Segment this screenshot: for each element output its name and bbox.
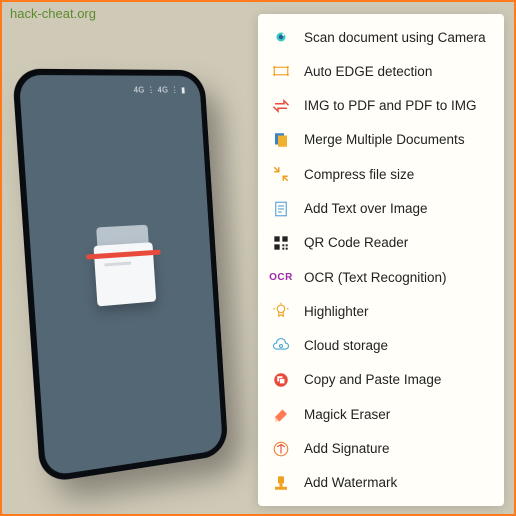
phone-screen: 4G ⋮ 4G ⋮ ▮ [19,75,223,477]
camera-scan-icon [272,28,290,46]
ocr-icon: OCR [272,268,290,286]
feature-convert[interactable]: IMG to PDF and PDF to IMG [258,89,504,123]
feature-label: Merge Multiple Documents [304,132,465,147]
highlighter-icon [272,302,290,320]
feature-label: QR Code Reader [304,235,408,250]
feature-scan-camera[interactable]: Scan document using Camera [258,20,504,54]
convert-icon [272,97,290,115]
feature-cloud-storage[interactable]: Cloud storage [258,329,504,363]
feature-add-text[interactable]: Add Text over Image [258,191,504,225]
phone-body: 4G ⋮ 4G ⋮ ▮ [12,69,229,484]
feature-label: Cloud storage [304,338,388,353]
feature-highlighter[interactable]: Highlighter [258,294,504,328]
feature-label: OCR (Text Recognition) [304,270,447,285]
feature-watermark[interactable]: Add Watermark [258,466,504,500]
feature-compress[interactable]: Compress file size [258,157,504,191]
feature-eraser[interactable]: Magick Eraser [258,397,504,431]
phone-mockup: 4G ⋮ 4G ⋮ ▮ [12,69,229,484]
feature-label: Magick Eraser [304,407,390,422]
feature-label: Highlighter [304,304,369,319]
feature-qr-reader[interactable]: QR Code Reader [258,226,504,260]
scanner-app-icon [88,224,160,309]
source-url: hack-cheat.org [10,6,96,21]
feature-edge-detection[interactable]: Auto EDGE detection [258,54,504,88]
features-panel: Scan document using Camera Auto EDGE det… [258,14,504,506]
feature-ocr[interactable]: OCR OCR (Text Recognition) [258,260,504,294]
add-text-icon [272,200,290,218]
compress-icon [272,165,290,183]
feature-merge-docs[interactable]: Merge Multiple Documents [258,123,504,157]
qr-code-icon [272,234,290,252]
cloud-storage-icon [272,337,290,355]
eraser-icon [272,405,290,423]
feature-label: Add Signature [304,441,390,456]
merge-docs-icon [272,131,290,149]
signature-icon [272,440,290,458]
status-bar: 4G ⋮ 4G ⋮ ▮ [134,86,186,95]
feature-label: Compress file size [304,167,414,182]
feature-label: Add Watermark [304,475,397,490]
feature-label: Add Text over Image [304,201,428,216]
feature-label: Scan document using Camera [304,30,486,45]
feature-copy-paste[interactable]: Copy and Paste Image [258,363,504,397]
copy-paste-icon [272,371,290,389]
feature-label: Auto EDGE detection [304,64,432,79]
feature-label: Copy and Paste Image [304,372,441,387]
feature-label: IMG to PDF and PDF to IMG [304,98,477,113]
feature-signature[interactable]: Add Signature [258,431,504,465]
edge-detection-icon [272,62,290,80]
watermark-icon [272,474,290,492]
